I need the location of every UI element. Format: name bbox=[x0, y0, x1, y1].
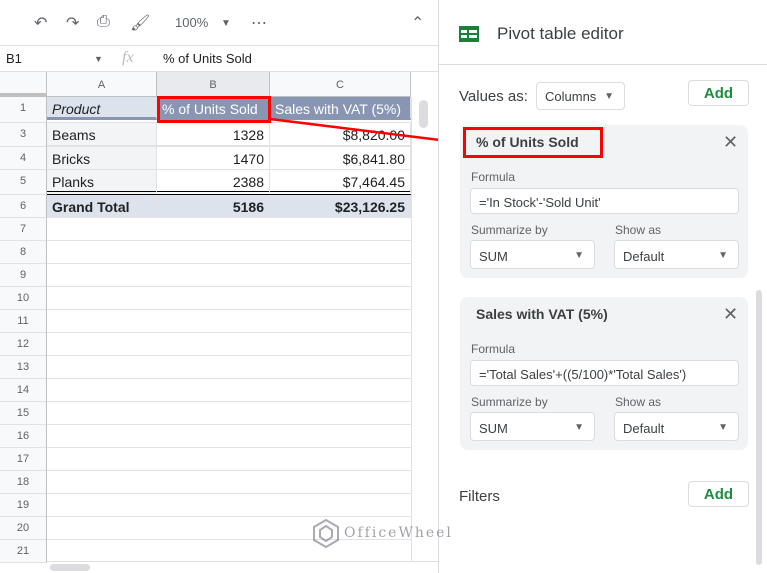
summarize-value: SUM bbox=[479, 249, 508, 264]
summarize-value: SUM bbox=[479, 421, 508, 436]
dropdown-icon: ▼ bbox=[604, 91, 614, 102]
show-as-select[interactable]: Default ▼ bbox=[614, 240, 739, 269]
show-as-value: Default bbox=[623, 249, 665, 264]
dropdown-icon: ▼ bbox=[574, 250, 584, 261]
officewheel-logo-icon bbox=[313, 518, 339, 548]
panel-header: Pivot table editor bbox=[439, 0, 767, 65]
summarize-label: Summarize by bbox=[471, 395, 548, 409]
formula-input[interactable]: ='In Stock'-'Sold Unit' bbox=[470, 188, 739, 214]
formula-label: Formula bbox=[471, 342, 516, 356]
highlight-box-card bbox=[463, 127, 603, 158]
summarize-label: Summarize by bbox=[471, 223, 548, 237]
dropdown-icon: ▼ bbox=[718, 250, 728, 261]
watermark-logo: OfficeWheel bbox=[312, 518, 453, 548]
dropdown-icon: ▼ bbox=[718, 422, 728, 433]
show-as-label: Show as bbox=[615, 223, 662, 237]
values-as-select[interactable]: Columns ▼ bbox=[536, 82, 625, 110]
value-card-sales-vat: Sales with VAT (5%) ✕ Formula ='Total Sa… bbox=[460, 297, 748, 450]
formula-label: Formula bbox=[471, 170, 516, 184]
show-as-select[interactable]: Default ▼ bbox=[614, 412, 739, 441]
show-as-label: Show as bbox=[615, 395, 662, 409]
close-icon[interactable]: ✕ bbox=[723, 132, 738, 153]
panel-title: Pivot table editor bbox=[497, 24, 624, 43]
card-title: Sales with VAT (5%) bbox=[476, 306, 608, 322]
dropdown-icon: ▼ bbox=[574, 422, 584, 433]
filters-label: Filters bbox=[459, 488, 500, 505]
formula-input[interactable]: ='Total Sales'+((5/100)*'Total Sales') bbox=[470, 360, 739, 386]
summarize-select[interactable]: SUM ▼ bbox=[470, 412, 595, 441]
add-value-button[interactable]: Add bbox=[688, 80, 749, 106]
value-card-units-sold: % of Units Sold ✕ Formula ='In Stock'-'S… bbox=[460, 125, 748, 278]
arrow-line bbox=[269, 117, 457, 144]
panel-scrollbar[interactable] bbox=[756, 290, 762, 565]
pivot-editor-panel: Pivot table editor Values as: Columns ▼ A… bbox=[438, 0, 767, 573]
close-icon[interactable]: ✕ bbox=[723, 304, 738, 325]
show-as-value: Default bbox=[623, 421, 665, 436]
add-filter-button[interactable]: Add bbox=[688, 481, 749, 507]
values-as-value: Columns bbox=[545, 89, 597, 104]
summarize-select[interactable]: SUM ▼ bbox=[470, 240, 595, 269]
values-as-label: Values as: bbox=[459, 88, 528, 105]
sheets-icon bbox=[459, 26, 479, 42]
